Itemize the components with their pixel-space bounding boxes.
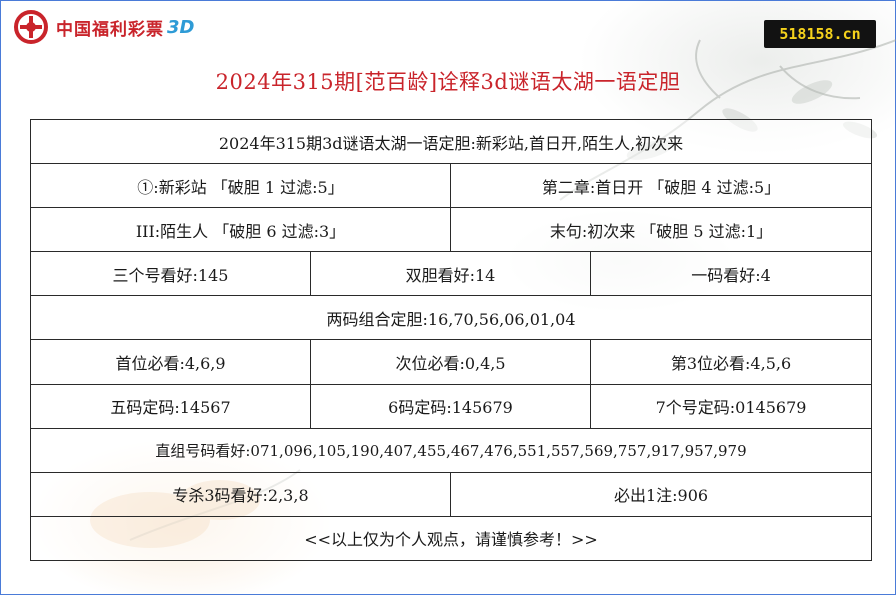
table-cell: III:陌生人 「破胆 6 过滤:3」 [30,207,451,253]
page-title: 2024年315期[范百龄]诠释3d谜语太湖一语定胆 [215,70,681,94]
logo-3d-suffix: 3D [167,16,195,38]
lottery-logo: 中国福利彩票 3D [12,10,194,44]
prediction-table: 2024年315期3d谜语太湖一语定胆:新彩站,首日开,陌生人,初次来 ①:新彩… [29,118,873,562]
lottery-logo-icon [14,10,48,44]
table-cell: 7个号定码:0145679 [589,383,873,429]
table-row: 首位必看:4,6,9 次位必看:0,4,5 第3位必看:4,5,6 [30,339,873,385]
table-cell: ①:新彩站 「破胆 1 过滤:5」 [30,163,451,209]
table-cell: 直组号码看好:071,096,105,190,407,455,467,476,5… [29,427,873,473]
table-row: 专杀3码看好:2,3,8 必出1注:906 [30,471,873,517]
table-cell: 两码组合定胆:16,70,56,06,01,04 [29,295,873,341]
table-row: III:陌生人 「破胆 6 过滤:3」 末句:初次来 「破胆 5 过滤:1」 [30,207,873,253]
table-cell: 6码定码:145679 [310,383,591,429]
table-cell: 一码看好:4 [589,251,873,297]
table-cell: 专杀3码看好:2,3,8 [30,471,451,517]
table-row: <<以上仅为个人观点，请谨慎参考！>> [29,515,873,562]
table-row: 两码组合定胆:16,70,56,06,01,04 [29,295,873,341]
table-cell: 五码定码:14567 [30,383,311,429]
site-badge[interactable]: 518158.cn [764,20,876,48]
table-row: ①:新彩站 「破胆 1 过滤:5」 第二章:首日开 「破胆 4 过滤:5」 [30,163,873,209]
logo-text: 中国福利彩票 [56,19,164,40]
table-row: 五码定码:14567 6码定码:145679 7个号定码:0145679 [30,383,873,429]
table-cell: 必出1注:906 [449,471,873,517]
table-cell: 首位必看:4,6,9 [30,339,311,385]
table-cell: 次位必看:0,4,5 [310,339,591,385]
table-cell: 第二章:首日开 「破胆 4 过滤:5」 [449,163,873,209]
table-cell: 双胆看好:14 [310,251,591,297]
table-row: 三个号看好:145 双胆看好:14 一码看好:4 [30,251,873,297]
table-row: 直组号码看好:071,096,105,190,407,455,467,476,5… [29,427,873,473]
table-header-cell: 2024年315期3d谜语太湖一语定胆:新彩站,首日开,陌生人,初次来 [29,118,873,165]
table-cell: 第3位必看:4,5,6 [589,339,873,385]
table-row: 2024年315期3d谜语太湖一语定胆:新彩站,首日开,陌生人,初次来 [29,118,873,165]
table-footer-cell: <<以上仅为个人观点，请谨慎参考！>> [29,515,873,562]
table-cell: 末句:初次来 「破胆 5 过滤:1」 [449,207,873,253]
table-cell: 三个号看好:145 [30,251,311,297]
